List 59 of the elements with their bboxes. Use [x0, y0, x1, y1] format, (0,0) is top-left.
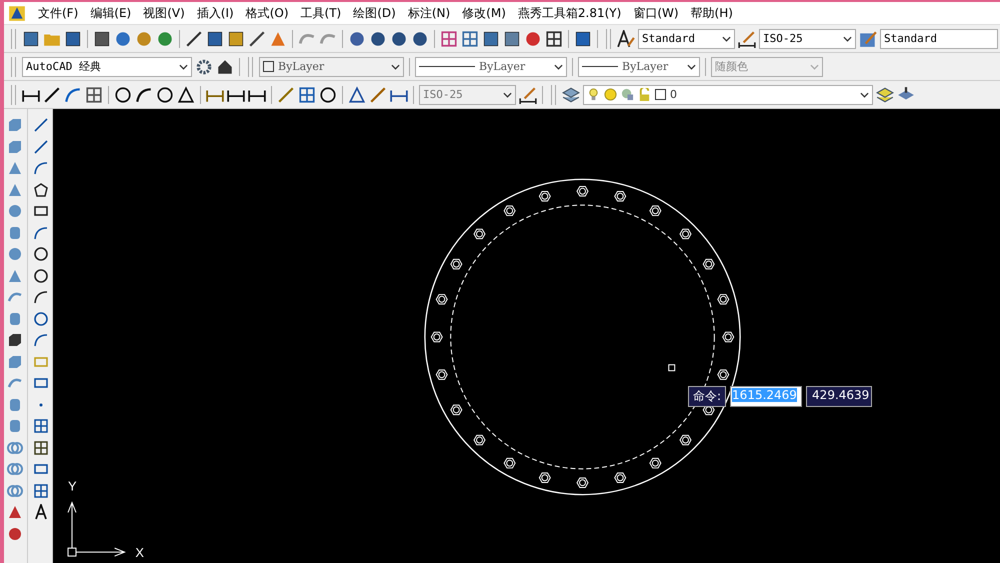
text-style-icon[interactable] — [617, 30, 635, 48]
dimension-style-dropdown[interactable]: ISO-25 — [419, 84, 516, 104]
menu-item[interactable]: 工具(T) — [294, 4, 348, 22]
multiline-text-icon[interactable] — [32, 504, 49, 520]
text-style-dropdown[interactable]: Standard — [638, 28, 735, 48]
sun-icon[interactable] — [604, 88, 617, 101]
plot-style-dropdown: 随颜色 — [711, 56, 823, 76]
dimension-style-icon[interactable] — [519, 86, 537, 104]
table-icon[interactable] — [32, 482, 49, 498]
chevron-down-icon — [860, 92, 869, 98]
axis-label: Y — [68, 478, 77, 494]
color-swatch-icon — [655, 89, 666, 100]
lightbulb-icon[interactable] — [587, 88, 600, 101]
y-coordinate-field[interactable]: 429.4639 — [806, 386, 872, 407]
menu-item[interactable]: 编辑(E) — [84, 4, 138, 22]
color-dropdown[interactable]: ByLayer — [259, 56, 404, 76]
chevron-down-icon — [503, 92, 512, 98]
polygon-icon[interactable] — [32, 182, 49, 198]
menu-item[interactable]: 窗口(W) — [627, 4, 685, 22]
chevron-down-icon — [810, 64, 819, 70]
circle-icon[interactable] — [32, 246, 49, 262]
chevron-down-icon — [179, 64, 188, 70]
house-icon[interactable] — [216, 58, 234, 76]
chevron-down-icon — [843, 36, 852, 42]
menu-item[interactable]: 帮助(H) — [684, 4, 739, 22]
box-icon[interactable] — [7, 138, 24, 154]
intersect-rings-icon[interactable] — [7, 482, 24, 498]
menu-item[interactable]: 绘图(D) — [347, 4, 402, 22]
sphere-icon[interactable] — [7, 203, 24, 219]
gear-icon[interactable] — [195, 58, 213, 76]
chevron-down-icon — [554, 64, 563, 70]
menu-item[interactable]: 燕秀工具箱2.81(Y) — [512, 4, 628, 22]
layer-dropdown[interactable]: 0 — [583, 84, 873, 104]
chevron-down-icon — [687, 64, 696, 70]
axis-label: X — [135, 545, 144, 560]
chevron-down-icon — [391, 64, 400, 70]
union-rings-icon[interactable] — [7, 440, 24, 456]
dimension-style-dropdown[interactable]: ISO-25 — [759, 28, 856, 48]
rectangle-icon[interactable] — [32, 203, 49, 219]
menu-item[interactable]: 修改(M) — [456, 4, 512, 22]
menu-item[interactable]: 格式(O) — [240, 4, 295, 22]
table-style-dropdown[interactable]: Standard — [880, 28, 998, 48]
menu-item[interactable]: 插入(I) — [190, 4, 240, 22]
drawing-canvas[interactable]: X Y 命令: 1615.2469 429.4639 — [53, 109, 1000, 563]
lineweight-dropdown[interactable]: ByLayer — [578, 56, 700, 76]
menu-item[interactable]: 视图(V) — [137, 4, 191, 22]
menu-item[interactable]: 标注(N) — [402, 4, 456, 22]
linetype-dropdown[interactable]: ByLayer — [415, 56, 567, 76]
line-icon[interactable] — [32, 117, 49, 133]
dimension-style-icon[interactable] — [738, 30, 756, 48]
cursor-pickbox — [668, 364, 676, 372]
arc-icon[interactable] — [32, 224, 49, 240]
workspace-dropdown[interactable]: AutoCAD 经典 — [22, 56, 192, 76]
subtract-rings-icon[interactable] — [7, 461, 24, 477]
chevron-down-icon — [722, 36, 731, 42]
command-prompt-label: 命令: — [688, 386, 726, 407]
menu-item[interactable]: 文件(F) — [32, 4, 84, 22]
app-logo-icon[interactable] — [8, 4, 26, 22]
help-icon[interactable] — [574, 30, 592, 48]
